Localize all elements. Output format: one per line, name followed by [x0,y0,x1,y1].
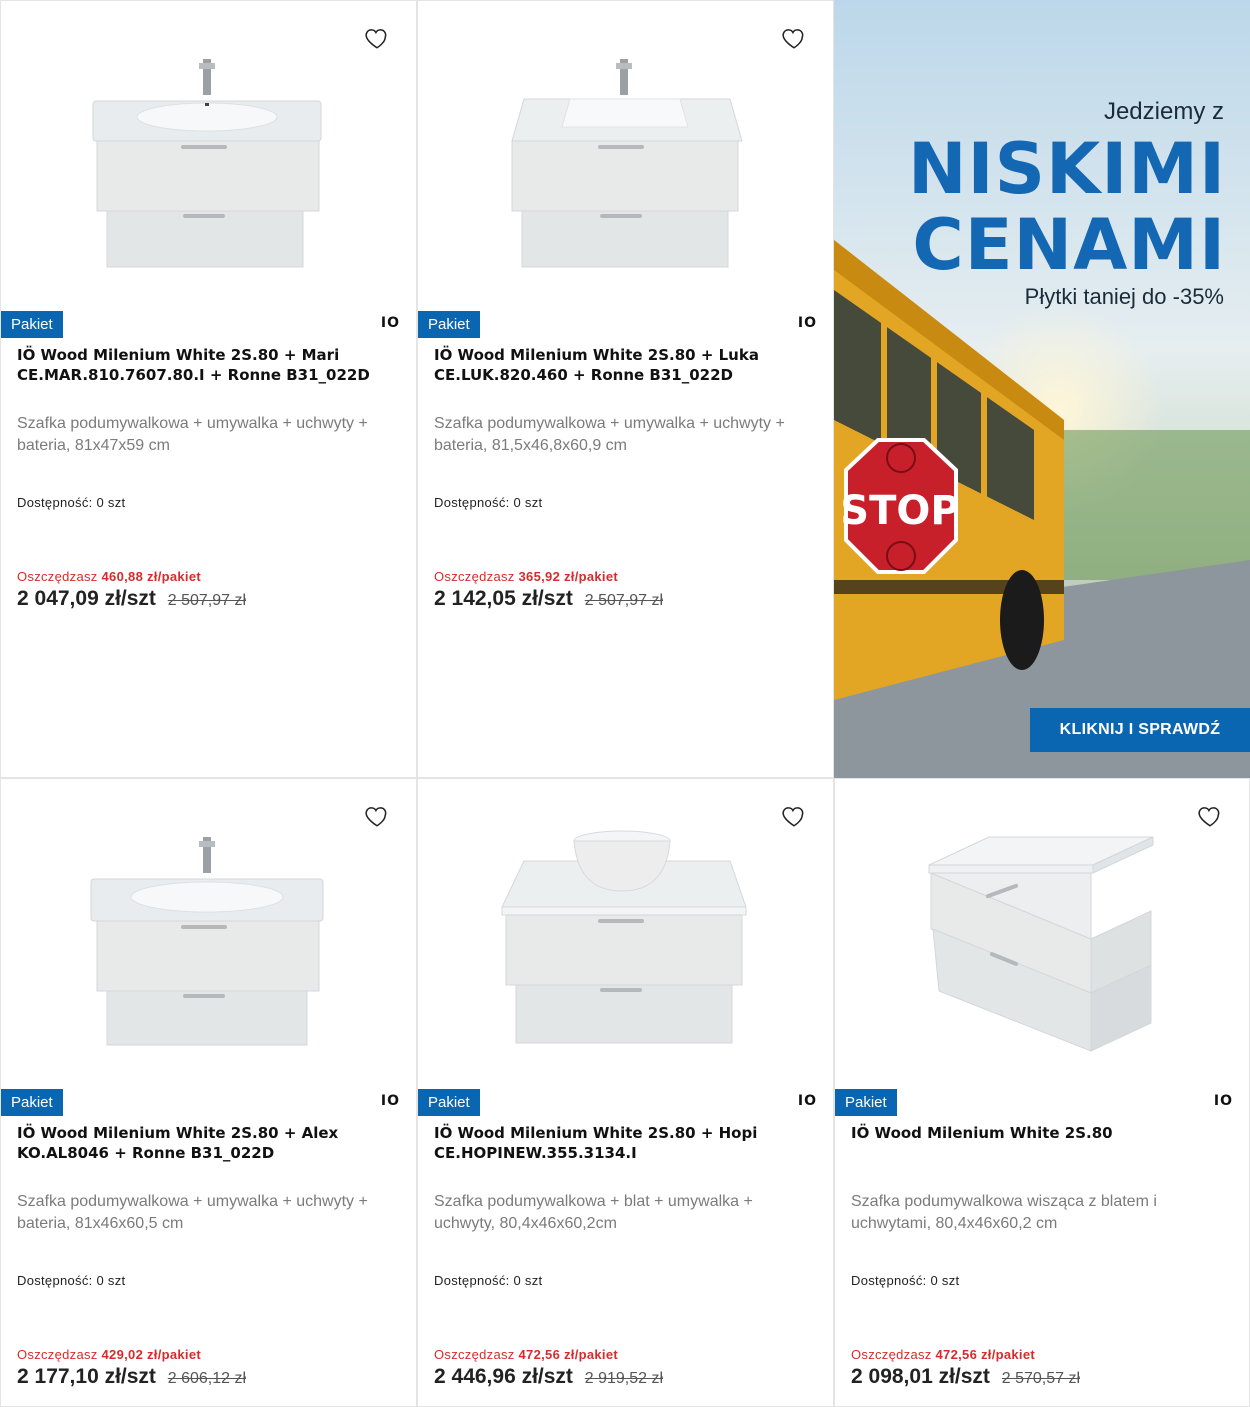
product-image[interactable] [1,779,416,1079]
savings: Oszczędzasz 460,88 zł/pakiet [17,569,201,584]
availability-value: 0 szt [513,1273,543,1288]
brand-logo: IO [797,1093,817,1109]
product-title[interactable]: IÖ Wood Milenium White 2S.80 + Alex KO.A… [17,1123,396,1163]
product-card[interactable]: Pakiet IO IÖ Wood Milenium White 2S.80 +… [417,778,834,1407]
favorite-heart-icon[interactable] [1197,803,1223,829]
availability: Dostępność: 0 szt [851,1273,959,1288]
favorite-heart-icon[interactable] [781,25,807,51]
product-description: Szafka podumywalkowa + umywalka + uchwyt… [17,1193,368,1232]
price: 2 142,05 zł/szt 2 507,97 zł [434,587,663,611]
product-title[interactable]: IÖ Wood Milenium White 2S.80 + Hopi CE.H… [434,1123,813,1163]
product-title[interactable]: IÖ Wood Milenium White 2S.80 + Luka CE.L… [434,345,813,385]
product-description: Szafka podumywalkowa + umywalka + uchwyt… [434,415,785,454]
savings-label: Oszczędzasz [851,1347,932,1362]
price: 2 098,01 zł/szt 2 570,57 zł [851,1365,1080,1389]
old-price: 2 606,12 zł [167,1370,247,1387]
product-card[interactable]: Pakiet IO IÖ Wood Milenium White 2S.80 +… [417,0,834,778]
package-badge: Pakiet [418,1089,480,1116]
current-price: 2 047,09 zł/szt [17,587,156,610]
availability-value: 0 szt [513,495,543,510]
savings-label: Oszczędzasz [434,569,515,584]
brand-logo: IO [1213,1093,1233,1109]
stop-sign-text: STOP [840,488,959,534]
availability-value: 0 szt [96,1273,126,1288]
availability-label: Dostępność: [17,1273,93,1288]
brand-logo: IO [380,1093,400,1109]
savings-label: Oszczędzasz [17,1347,98,1362]
savings-value: 460,88 zł/pakiet [101,569,201,584]
promo-heading-line1: NISKIMI [907,128,1226,210]
availability-label: Dostępność: [434,495,510,510]
promo-banner[interactable]: STOP Jedziemy z NISKIMI CENAMI Płytki ta… [834,0,1250,778]
promo-subheading: Jedziemy z [1103,98,1224,125]
old-price: 2 919,52 zł [584,1370,664,1387]
price: 2 446,96 zł/szt 2 919,52 zł [434,1365,663,1389]
savings: Oszczędzasz 472,56 zł/pakiet [434,1347,618,1362]
savings-value: 472,56 zł/pakiet [935,1347,1035,1362]
savings-label: Oszczędzasz [17,569,98,584]
savings: Oszczędzasz 429,02 zł/pakiet [17,1347,201,1362]
product-image[interactable] [418,1,833,301]
availability-value: 0 szt [96,495,126,510]
product-image[interactable] [1,1,416,301]
favorite-heart-icon[interactable] [781,803,807,829]
current-price: 2 098,01 zł/szt [851,1365,990,1388]
availability-label: Dostępność: [17,495,93,510]
availability-value: 0 szt [930,1273,960,1288]
promo-heading-line2: CENAMI [912,204,1226,286]
favorite-heart-icon[interactable] [364,803,390,829]
product-grid: Pakiet IO IÖ Wood Milenium White 2S.80 +… [0,0,1250,1407]
product-card[interactable]: Pakiet IO IÖ Wood Milenium White 2S.80 S… [834,778,1250,1407]
product-card[interactable]: Pakiet IO IÖ Wood Milenium White 2S.80 +… [0,778,417,1407]
favorite-heart-icon[interactable] [364,25,390,51]
price: 2 177,10 zł/szt 2 606,12 zł [17,1365,246,1389]
availability: Dostępność: 0 szt [434,1273,542,1288]
product-image[interactable] [418,779,833,1079]
product-card[interactable]: Pakiet IO IÖ Wood Milenium White 2S.80 +… [0,0,417,778]
availability-label: Dostępność: [434,1273,510,1288]
package-badge: Pakiet [1,311,63,338]
promo-discount-text: Płytki taniej do -35% [1024,284,1224,309]
promo-cta-button[interactable]: KLIKNIJ I SPRAWDŹ [1030,708,1250,752]
brand-logo: IO [380,315,400,331]
brand-logo: IO [797,315,817,331]
current-price: 2 446,96 zł/szt [434,1365,573,1388]
package-badge: Pakiet [418,311,480,338]
product-title[interactable]: IÖ Wood Milenium White 2S.80 + Mari CE.M… [17,345,396,385]
product-description: Szafka podumywalkowa + umywalka + uchwyt… [17,415,368,454]
savings-value: 472,56 zł/pakiet [518,1347,618,1362]
availability: Dostępność: 0 szt [17,495,125,510]
old-price: 2 570,57 zł [1001,1370,1081,1387]
product-description: Szafka podumywalkowa + blat + umywalka +… [434,1193,753,1232]
availability-label: Dostępność: [851,1273,927,1288]
product-title[interactable]: IÖ Wood Milenium White 2S.80 [851,1123,1229,1143]
old-price: 2 507,97 zł [167,592,247,609]
product-image[interactable] [835,779,1249,1079]
current-price: 2 177,10 zł/szt [17,1365,156,1388]
old-price: 2 507,97 zł [584,592,664,609]
savings-value: 429,02 zł/pakiet [101,1347,201,1362]
availability: Dostępność: 0 szt [17,1273,125,1288]
availability: Dostępność: 0 szt [434,495,542,510]
current-price: 2 142,05 zł/szt [434,587,573,610]
price: 2 047,09 zł/szt 2 507,97 zł [17,587,246,611]
product-description: Szafka podumywalkowa wisząca z blatem i … [851,1193,1157,1232]
package-badge: Pakiet [835,1089,897,1116]
savings: Oszczędzasz 365,92 zł/pakiet [434,569,618,584]
savings: Oszczędzasz 472,56 zł/pakiet [851,1347,1035,1362]
package-badge: Pakiet [1,1089,63,1116]
savings-value: 365,92 zł/pakiet [518,569,618,584]
savings-label: Oszczędzasz [434,1347,515,1362]
